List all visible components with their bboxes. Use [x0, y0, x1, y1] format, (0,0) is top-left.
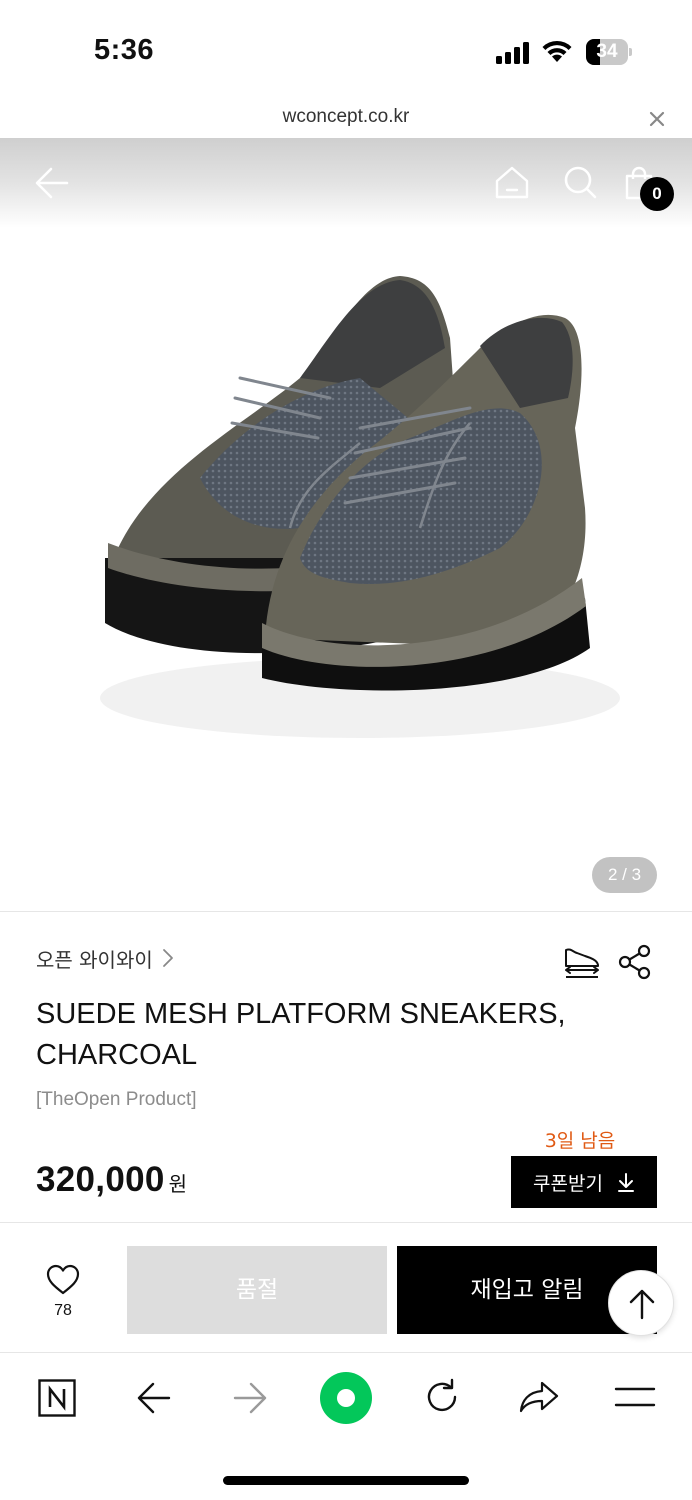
menu-icon[interactable] — [614, 1385, 656, 1409]
status-bar: 5:36 34 — [0, 0, 692, 100]
status-time: 5:36 — [94, 34, 155, 66]
heart-icon[interactable] — [46, 1264, 80, 1296]
coupon-button-label: 쿠폰받기 — [533, 1172, 603, 1195]
home-icon[interactable] — [494, 164, 530, 200]
close-icon[interactable] — [646, 108, 668, 130]
product-image — [100, 276, 620, 738]
arrow-up-icon — [629, 1289, 655, 1320]
price: 320,000 원 — [36, 1160, 187, 1200]
coupon-remaining-days: 3일 남음 — [544, 1130, 616, 1152]
battery-icon: 34 — [586, 39, 632, 65]
download-icon — [617, 1173, 634, 1192]
divider — [0, 911, 692, 912]
green-dot-icon[interactable] — [319, 1371, 373, 1425]
like-count: 78 — [54, 1302, 72, 1319]
sold-out-button[interactable]: 품절 — [127, 1246, 387, 1334]
image-page-indicator: 2 / 3 — [592, 857, 657, 893]
share-arrow-icon[interactable] — [518, 1379, 560, 1415]
chevron-right-icon — [162, 949, 173, 967]
battery-level: 34 — [596, 41, 618, 62]
scroll-to-top-button[interactable] — [608, 1270, 674, 1336]
price-value: 320,000 — [36, 1160, 165, 1199]
refresh-icon[interactable] — [422, 1377, 462, 1417]
naver-logo-icon[interactable] — [38, 1379, 76, 1417]
browser-url-bar[interactable]: wconcept.co.kr — [0, 100, 692, 138]
back-arrow-icon[interactable] — [34, 166, 70, 200]
home-indicator — [223, 1476, 469, 1485]
brand-link[interactable]: 오픈 와이와이 — [36, 944, 175, 972]
wifi-icon — [542, 40, 572, 62]
share-icon[interactable] — [618, 944, 652, 980]
product-image-gallery[interactable]: 2 / 3 — [0, 228, 692, 912]
product-title: SUEDE MESH PLATFORM SNEAKERS, CHARCOAL — [36, 998, 566, 1071]
shoe-size-icon[interactable] — [563, 944, 601, 980]
search-icon[interactable] — [562, 164, 598, 200]
product-subtitle: [TheOpen Product] — [36, 1089, 197, 1110]
divider — [0, 1222, 692, 1223]
cart-count-badge[interactable]: 0 — [640, 177, 674, 211]
browser-back-icon[interactable] — [136, 1381, 172, 1415]
get-coupon-button[interactable]: 쿠폰받기 — [511, 1156, 657, 1208]
url-text[interactable]: wconcept.co.kr — [0, 106, 692, 128]
price-currency: 원 — [168, 1172, 188, 1196]
cellular-signal-icon — [496, 42, 532, 64]
product-header — [0, 138, 692, 228]
browser-forward-icon[interactable] — [232, 1381, 268, 1415]
brand-name[interactable]: 오픈 와이와이 — [36, 944, 153, 973]
